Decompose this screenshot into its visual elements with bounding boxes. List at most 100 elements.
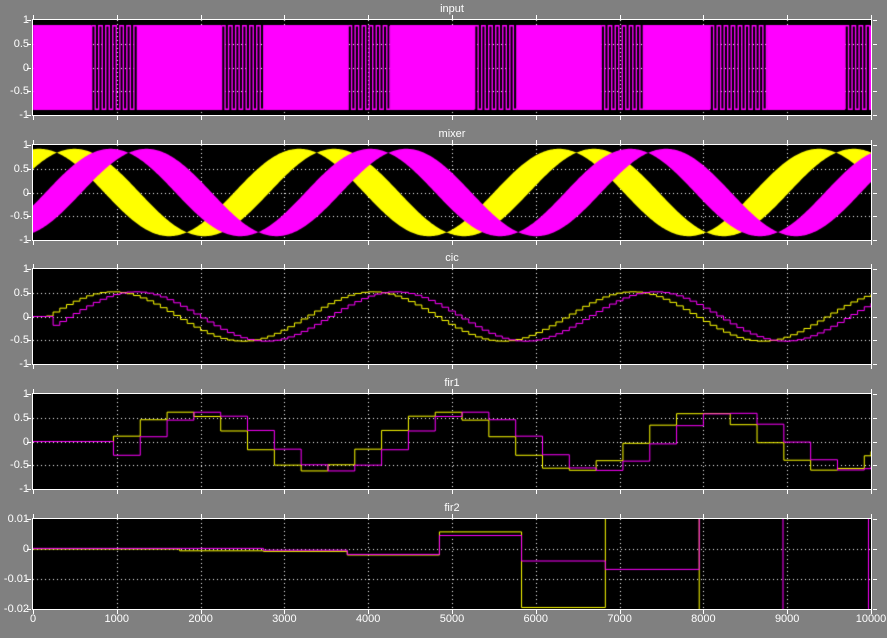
x-tick-mark xyxy=(201,365,202,369)
x-tick-mark xyxy=(536,264,537,268)
x-tick-mark xyxy=(452,490,453,494)
x-tick-mark xyxy=(33,389,34,393)
y-tick-mark xyxy=(873,240,877,241)
x-tick-mark xyxy=(787,241,788,245)
y-tick-mark xyxy=(27,609,31,610)
plot-canvas-cic xyxy=(33,269,871,364)
x-tick-mark xyxy=(703,490,704,494)
y-tick-mark xyxy=(27,579,31,580)
x-tick-mark xyxy=(33,490,34,494)
y-tick-mark xyxy=(873,519,877,520)
y-tick-mark xyxy=(873,465,877,466)
x-tick-mark xyxy=(368,365,369,369)
x-tick-mark xyxy=(871,116,872,120)
y-tick-mark xyxy=(27,418,31,419)
x-tick-mark xyxy=(368,514,369,518)
y-tick-mark xyxy=(27,193,31,194)
y-tick-mark xyxy=(873,442,877,443)
x-tick-mark xyxy=(703,389,704,393)
x-tick-mark xyxy=(787,116,788,120)
x-tick-mark xyxy=(703,15,704,19)
x-tick-mark xyxy=(368,15,369,19)
x-tick-label: 9000 xyxy=(774,613,800,625)
x-tick-mark xyxy=(284,241,285,245)
x-tick-mark xyxy=(787,365,788,369)
x-tick-mark xyxy=(787,264,788,268)
y-tick-mark xyxy=(873,68,877,69)
x-tick-label: 7000 xyxy=(607,613,632,625)
x-tick-mark xyxy=(201,241,202,245)
y-tick-mark xyxy=(873,340,877,341)
y-tick-label-cic: 0 xyxy=(22,310,29,323)
x-tick-mark xyxy=(201,116,202,120)
x-tick-mark xyxy=(201,490,202,494)
x-tick-label: 3000 xyxy=(272,613,297,625)
x-tick-label: 0 xyxy=(29,613,37,625)
x-tick-mark xyxy=(201,140,202,144)
y-tick-label-fir1: -1 xyxy=(19,483,29,495)
x-tick-mark xyxy=(368,116,369,120)
x-tick-mark xyxy=(201,15,202,19)
y-tick-mark xyxy=(27,519,31,520)
x-tick-mark xyxy=(620,241,621,245)
x-tick-mark xyxy=(871,365,872,369)
y-tick-mark xyxy=(873,91,877,92)
y-tick-label-fir1: 0.5 xyxy=(13,411,29,424)
y-tick-label-fir2: 0 xyxy=(22,543,29,555)
x-tick-mark xyxy=(620,264,621,268)
y-tick-label-input: -1 xyxy=(19,109,29,121)
x-tick-mark xyxy=(284,15,285,19)
x-tick-mark xyxy=(117,490,118,494)
x-tick-mark xyxy=(703,264,704,268)
x-tick-mark xyxy=(536,514,537,518)
y-tick-mark xyxy=(873,216,877,217)
y-tick-mark xyxy=(873,145,877,146)
x-tick-mark xyxy=(871,490,872,494)
x-tick-mark xyxy=(620,490,621,494)
x-tick-mark xyxy=(536,490,537,494)
y-tick-mark xyxy=(27,489,31,490)
x-tick-mark xyxy=(117,140,118,144)
x-tick-mark xyxy=(201,514,202,518)
y-tick-mark xyxy=(873,20,877,21)
y-tick-label-cic: 0.5 xyxy=(13,286,29,299)
y-tick-mark xyxy=(27,394,31,395)
y-tick-mark xyxy=(873,549,877,550)
x-tick-mark xyxy=(536,140,537,144)
x-tick-mark xyxy=(452,389,453,393)
x-tick-mark xyxy=(536,365,537,369)
y-tick-label-fir1: 1 xyxy=(22,388,29,400)
x-tick-mark xyxy=(871,15,872,19)
x-tick-mark xyxy=(368,490,369,494)
y-tick-mark xyxy=(873,193,877,194)
x-tick-label: 4000 xyxy=(355,613,381,625)
y-tick-label-input: -0.5 xyxy=(10,85,29,98)
y-tick-mark xyxy=(27,549,31,550)
x-tick-mark xyxy=(703,116,704,120)
y-tick-mark xyxy=(27,465,31,466)
y-tick-label-mixer: 0.5 xyxy=(13,162,29,175)
x-tick-mark xyxy=(871,264,872,268)
y-tick-mark xyxy=(27,340,31,341)
x-tick-mark xyxy=(620,389,621,393)
y-tick-mark xyxy=(27,169,31,170)
y-tick-mark xyxy=(873,169,877,170)
axes-input xyxy=(32,19,872,116)
y-tick-mark xyxy=(873,609,877,610)
x-tick-mark xyxy=(284,514,285,518)
y-tick-mark xyxy=(27,91,31,92)
y-tick-mark xyxy=(873,317,877,318)
x-tick-mark xyxy=(871,140,872,144)
y-tick-mark xyxy=(27,364,31,365)
x-tick-mark xyxy=(284,116,285,120)
x-tick-mark xyxy=(703,241,704,245)
x-tick-mark xyxy=(703,365,704,369)
x-tick-mark xyxy=(284,140,285,144)
x-tick-mark xyxy=(787,490,788,494)
y-tick-mark xyxy=(27,293,31,294)
y-tick-mark xyxy=(27,442,31,443)
y-tick-label-fir1: -0.5 xyxy=(10,459,29,472)
x-tick-mark xyxy=(368,264,369,268)
x-tick-mark xyxy=(787,140,788,144)
x-tick-label: 2000 xyxy=(188,613,213,625)
